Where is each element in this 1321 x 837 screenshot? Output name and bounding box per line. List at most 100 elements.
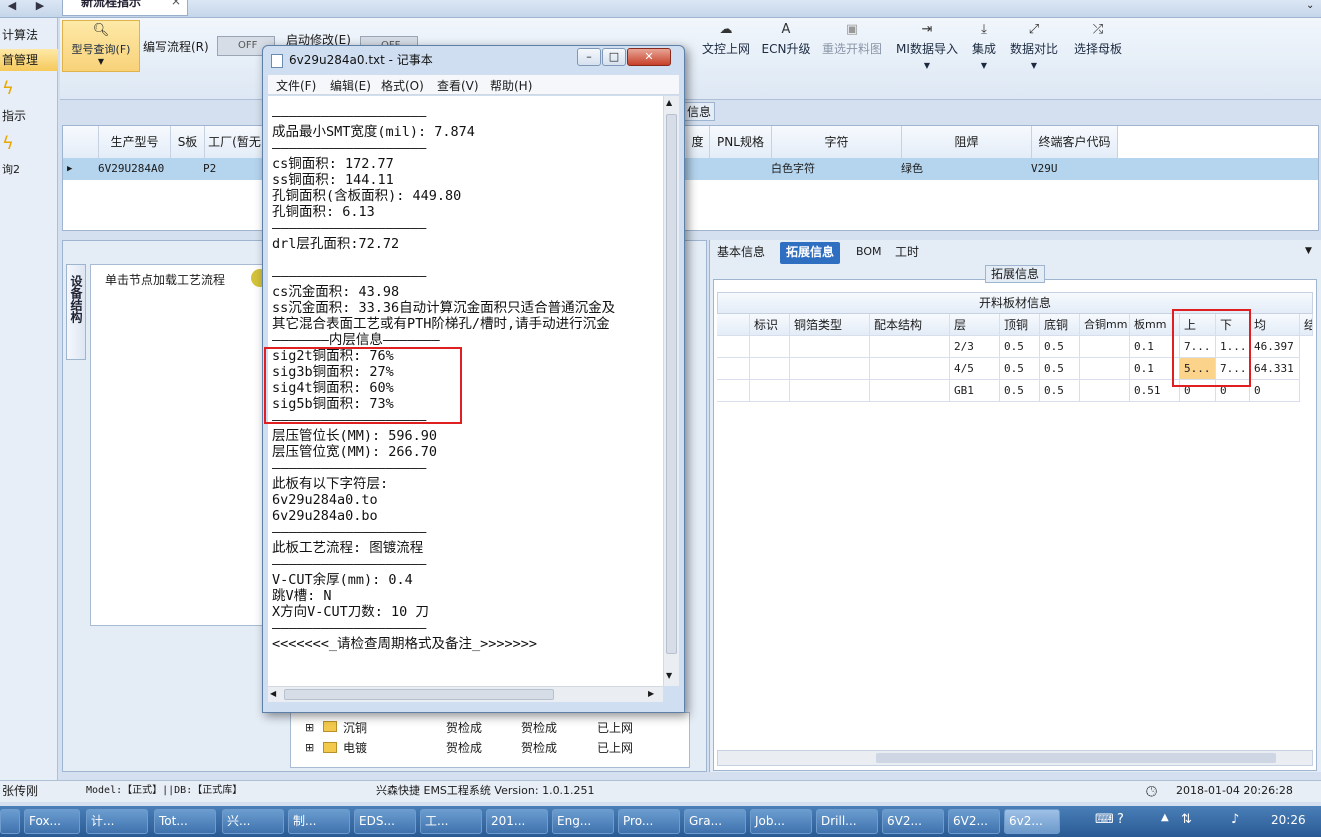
menu-help[interactable]: 帮助(H) [490, 77, 532, 94]
tab-bom[interactable]: BOM [850, 242, 888, 264]
scrollbar-thumb[interactable] [666, 114, 677, 654]
taskbar-item[interactable]: EDS... [354, 809, 416, 834]
table-row[interactable] [63, 158, 1318, 180]
menu-edit[interactable]: 编辑(E) [330, 77, 371, 94]
horizontal-scrollbar[interactable] [717, 750, 1313, 766]
taskbar-item[interactable]: Pro... [618, 809, 680, 834]
volume-icon[interactable]: ♪ [1231, 812, 1239, 827]
table-cell: 4/5 [950, 358, 1000, 380]
taskbar-item[interactable]: Eng... [552, 809, 614, 834]
collapse-ribbon-icon[interactable]: ⌄ [1306, 0, 1314, 11]
notepad-horizontal-scrollbar[interactable]: ◀ ▶ [268, 686, 663, 702]
col-header-mask[interactable]: 阻焊 [902, 126, 1032, 158]
nav-item-query2[interactable]: 询2 [0, 159, 58, 181]
panel-dropdown-icon[interactable]: ▼ [1305, 246, 1312, 256]
network-icon[interactable]: ⇅ [1181, 812, 1192, 827]
col-header-degree[interactable]: 度 [686, 126, 710, 158]
tab-hours[interactable]: 工时 [889, 242, 925, 264]
col-header-flag[interactable]: 标识 [750, 314, 790, 336]
taskbar-item[interactable]: 计... [86, 809, 148, 834]
menu-file[interactable]: 文件(F) [276, 77, 316, 94]
keyboard-icon[interactable]: ⌨ [1095, 812, 1114, 827]
taskbar-item[interactable] [0, 809, 20, 834]
notepad-vertical-scrollbar[interactable]: ▲ ▼ [663, 96, 679, 686]
tray-expand-icon[interactable]: ▲ [1161, 812, 1169, 823]
maximize-button[interactable]: □ [602, 48, 626, 66]
taskbar-item[interactable]: Drill... [816, 809, 878, 834]
vtab-equipment[interactable]: 设备结构 [66, 264, 86, 360]
text-line: 层压管位长(MM): 596.90 [272, 428, 438, 444]
text-line: 层压管位宽(MM): 266.70 [272, 444, 438, 460]
col-header-pnl[interactable]: PNL规格 [710, 126, 772, 158]
model-query-button[interactable]: 🔍︎ 型号查询(F) ▼ [62, 20, 140, 72]
col-header-structure[interactable]: 配本结构 [870, 314, 950, 336]
tab-basic-info[interactable]: 基本信息 [711, 242, 771, 264]
mi-import-button[interactable]: ⇥ MI数据导入 ▼ [892, 19, 962, 81]
table-cell: 0.5 [1040, 380, 1080, 402]
menu-format[interactable]: 格式(O) [381, 77, 424, 94]
scroll-up-icon[interactable]: ▲ [666, 98, 672, 107]
integrate-button[interactable]: ⤓ 集成 ▼ [966, 19, 1002, 81]
document-tab[interactable]: 新流程指示 × [62, 0, 188, 16]
col-header-avg[interactable]: 均 [1250, 314, 1300, 336]
text-line: ——————————————————— [272, 268, 427, 284]
scroll-down-icon[interactable]: ▼ [666, 671, 672, 680]
list-item[interactable]: 沉铜 [343, 719, 367, 736]
scrollbar-thumb[interactable] [876, 753, 1276, 763]
col-header-factory[interactable]: 工厂(暂无 [205, 126, 265, 158]
taskbar-item[interactable]: Job... [750, 809, 812, 834]
col-header-char[interactable]: 字符 [772, 126, 902, 158]
flow-tree-pane: 单击节点加载工艺流程 [90, 264, 282, 626]
text-line: cs铜面积: 172.77 [272, 156, 394, 172]
tree-title: 单击节点加载工艺流程 [105, 273, 226, 287]
col-header-top-cu[interactable]: 顶铜 [1000, 314, 1040, 336]
col-header-total-cu[interactable]: 合铜mm [1080, 314, 1130, 336]
scrollbar-thumb[interactable] [284, 689, 554, 700]
taskbar-item[interactable]: Gra... [684, 809, 746, 834]
taskbar-item[interactable]: 制... [288, 809, 350, 834]
nav-item-manage[interactable]: 首管理 [0, 49, 58, 71]
list-item[interactable]: 电镀 [343, 739, 367, 756]
col-header-layer[interactable]: 层 [950, 314, 1000, 336]
scroll-left-icon[interactable]: ◀ [270, 689, 276, 698]
col-header-end[interactable]: 结 [1300, 314, 1313, 336]
cell-plant: P2 [203, 162, 217, 175]
choose-mother-button[interactable]: ⤮ 选择母板 [1070, 19, 1126, 81]
ecn-upgrade-button[interactable]: A ECN升级 [760, 19, 812, 81]
taskbar-item[interactable]: Fox... [24, 809, 80, 834]
col-header-bot-cu[interactable]: 底铜 [1040, 314, 1080, 336]
taskbar-item-active[interactable]: 6v2... [1004, 809, 1060, 834]
taskbar-item[interactable]: Tot... [154, 809, 216, 834]
taskbar-item[interactable]: 6V2... [882, 809, 944, 834]
taskbar-item[interactable]: 201... [486, 809, 548, 834]
table-cell [750, 380, 790, 402]
group-title: 拓展信息 [985, 265, 1045, 283]
tray-clock[interactable]: 20:26 [1271, 813, 1306, 827]
taskbar-item[interactable]: 兴... [222, 809, 284, 834]
help-icon[interactable]: ? [1117, 812, 1124, 827]
list-item-cell: 已上网 [597, 721, 634, 735]
taskbar-item[interactable]: 工... [420, 809, 482, 834]
col-header-model[interactable]: 生产型号 [99, 126, 171, 158]
table-cell [1080, 336, 1130, 358]
col-header-sboard[interactable]: S板 [171, 126, 205, 158]
nav-item-instruction[interactable]: 指示 [0, 105, 58, 127]
col-header-customer[interactable]: 终端客户代码 [1032, 126, 1118, 158]
data-compare-button[interactable]: ⤢ 数据对比 ▼ [1006, 19, 1062, 81]
back-icon[interactable]: ◀ [2, 0, 22, 14]
doc-upload-button[interactable]: ☁ 文控上网 [690, 19, 762, 81]
tree-expander-icon[interactable]: ⊞ [305, 741, 314, 754]
taskbar-item[interactable]: 6V2... [948, 809, 1000, 834]
menu-view[interactable]: 查看(V) [437, 77, 479, 94]
reselect-layout-button[interactable]: ▣ 重选开料图 [818, 19, 886, 81]
tab-extended-info[interactable]: 拓展信息 [780, 242, 841, 264]
tab-close-icon[interactable]: × [171, 0, 181, 7]
close-button[interactable]: ✕ [627, 48, 671, 66]
scroll-right-icon[interactable]: ▶ [648, 689, 654, 698]
tree-expander-icon[interactable]: ⊞ [305, 721, 314, 734]
forward-icon[interactable]: ▶ [30, 0, 50, 14]
row-indicator [717, 336, 750, 358]
minimize-button[interactable]: – [577, 48, 601, 66]
col-header-foil[interactable]: 铜箔类型 [790, 314, 870, 336]
nav-item-calc[interactable]: 计算法 [0, 24, 58, 46]
